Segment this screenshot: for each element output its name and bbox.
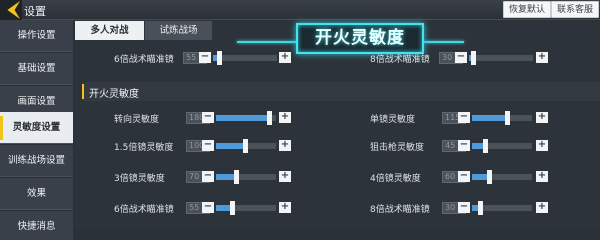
slider-track[interactable] [472,170,532,184]
section-header: 开火灵敏度 [82,82,600,101]
sidebar: 操作设置 基础设置 画面设置 灵敏度设置 训练战场设置 效果 快捷消息 [0,20,73,240]
slider-thumb[interactable] [267,111,272,125]
top-bar: 设置 恢复默认 联系客服 [0,0,600,20]
slider-label: 8倍战术瞄准镜 [370,55,430,65]
plus-button[interactable]: + [536,140,548,151]
minus-button[interactable]: − [458,112,470,123]
slider-track[interactable] [216,170,276,184]
plus-button[interactable]: + [536,112,548,123]
minus-button[interactable]: − [202,112,214,123]
slider-label: 狙击枪灵敏度 [370,143,425,153]
slider-track[interactable] [469,51,533,65]
slider-label: 8倍战术瞄准镜 [370,205,430,215]
banner-glow-line-left [237,41,297,43]
slider-fill [472,115,508,121]
plus-button[interactable]: + [279,52,291,63]
minus-button[interactable]: − [458,202,470,213]
slider-track[interactable] [216,111,276,125]
slider-track[interactable] [472,111,532,125]
contact-support-button[interactable]: 联系客服 [551,1,600,18]
banner-title: 开火灵敏度 [296,23,424,54]
back-button[interactable] [0,0,22,20]
restore-default-button[interactable]: 恢复默认 [503,1,552,18]
minus-button[interactable]: − [202,202,214,213]
tab-multiplayer[interactable]: 多人对战 [75,21,144,40]
minus-button[interactable]: − [458,171,470,182]
slider-thumb[interactable] [471,51,476,65]
slider-track[interactable] [472,201,532,215]
plus-button[interactable]: + [536,202,548,213]
slider-fill [216,115,270,121]
slider-thumb[interactable] [217,51,222,65]
minus-button[interactable]: − [199,52,211,63]
plus-button[interactable]: + [279,140,291,151]
slider-track[interactable] [472,139,532,153]
tab-trial-field[interactable]: 试炼战场 [145,21,212,40]
slider-track[interactable] [216,139,276,153]
slider-thumb[interactable] [505,111,510,125]
sidebar-item-effects[interactable]: 效果 [0,178,73,210]
sidebar-item-sensitivity[interactable]: 灵敏度设置 [0,112,73,144]
plus-button[interactable]: + [536,171,548,182]
plus-button[interactable]: + [536,52,548,63]
slider-fill [216,143,246,149]
back-arrow-icon [7,1,20,19]
slider-track[interactable] [216,201,276,215]
slider-label: 3倍镜灵敏度 [114,174,165,184]
slider-track[interactable] [213,51,277,65]
sidebar-item-controls[interactable]: 操作设置 [0,20,73,52]
plus-button[interactable]: + [279,171,291,182]
minus-button[interactable]: − [455,52,467,63]
slider-thumb[interactable] [234,170,239,184]
plus-button[interactable]: + [279,112,291,123]
slider-label: 1.5倍镜灵敏度 [114,143,174,153]
minus-button[interactable]: − [202,140,214,151]
sidebar-item-basic[interactable]: 基础设置 [0,53,73,85]
page-title: 设置 [24,5,46,18]
section-title: 开火灵敏度 [89,89,139,100]
plus-button[interactable]: + [279,202,291,213]
slider-label: 6倍战术瞄准镜 [114,55,174,65]
slider-label: 4倍镜灵敏度 [370,174,421,184]
slider-thumb[interactable] [483,139,488,153]
slider-thumb[interactable] [243,139,248,153]
slider-label: 6倍战术瞄准镜 [114,205,174,215]
sidebar-item-training[interactable]: 训练战场设置 [0,145,73,177]
minus-button[interactable]: − [458,140,470,151]
banner-glow-line-right [424,41,464,43]
sidebar-item-quick-messages[interactable]: 快捷消息 [0,211,73,240]
minus-button[interactable]: − [202,171,214,182]
slider-label: 转向灵敏度 [114,115,160,125]
slider-thumb[interactable] [478,201,483,215]
slider-thumb[interactable] [487,170,492,184]
slider-label: 单镜灵敏度 [370,115,416,125]
slider-thumb[interactable] [230,201,235,215]
